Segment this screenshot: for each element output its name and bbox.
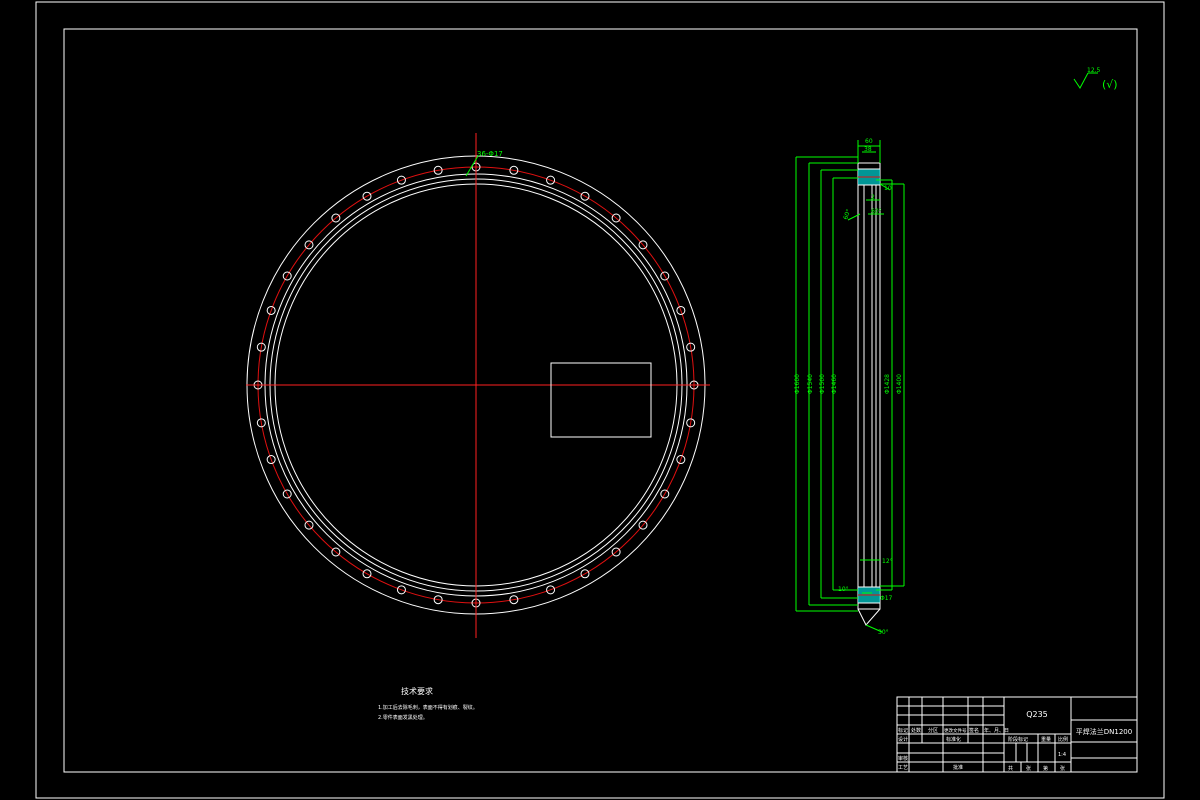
- tb-label-mark: 标记: [898, 727, 908, 734]
- sheet-outer-border: [35, 1, 1165, 799]
- flange-side-outline: [857, 162, 881, 610]
- roughness-suffix: (√): [1102, 78, 1118, 91]
- surface-finish-symbol: 12.5 (√): [1073, 67, 1118, 91]
- tb-label-scale: 比例: [1058, 736, 1068, 743]
- tb-label-design: 设计: [898, 736, 908, 743]
- tb-scale-value: 1:4: [1058, 752, 1066, 758]
- tb-label-sheet-unit-a: 张: [1026, 765, 1031, 772]
- left-diameter-dimensions: [795, 156, 858, 612]
- dim-angle-upper: 60°: [871, 208, 882, 215]
- side-view: 60 38 10 2 60° Φ1600 Φ1540 Φ1500 Φ1460 Φ…: [794, 138, 905, 636]
- dim-left-dia-4: Φ1460: [831, 374, 838, 394]
- dim-bottom-angle: 30°: [878, 629, 889, 636]
- dim-top-width: 60: [865, 138, 873, 145]
- tech-notes-line-1: 1.加工后去除毛刺，表面不得有划痕、裂纹。: [378, 704, 478, 711]
- tb-label-approve: 批准: [953, 764, 963, 771]
- dim-right-b: 2: [871, 194, 875, 201]
- tb-label-sheet-no: 第: [1043, 765, 1048, 772]
- dim-left-dia-2: Φ1540: [807, 374, 814, 394]
- dim-left-dia-1: Φ1600: [794, 374, 801, 394]
- bolt-callout-label: 36-Φ17: [477, 150, 503, 158]
- sheet-inner-border: [63, 28, 1138, 773]
- tb-label-process: 工艺: [898, 765, 908, 771]
- dim-right-dia-2: Φ1400: [896, 374, 903, 394]
- tb-label-standardize: 标准化: [946, 736, 961, 743]
- title-block: Q235 平焊法兰DN1200 标记 处数 分区 更改文件号 签名 年、月、日 …: [896, 696, 1138, 773]
- cad-drawing: 36-Φ17 12.5 (√) 60 38 10 2 60° Φ1600 Φ15…: [35, 1, 1165, 799]
- dim-left-dia-3: Φ1500: [819, 374, 826, 394]
- dim-bottom-callout: Φ17: [880, 595, 893, 602]
- title-block-part-name: 平焊法兰DN1200: [1076, 727, 1132, 736]
- dim-right-dia-1: Φ1428: [884, 374, 891, 394]
- dim-top-inner: 38: [864, 146, 872, 153]
- tb-label-date: 年、月、日: [984, 727, 1009, 734]
- dim-lower-b: 10°: [838, 586, 849, 593]
- tb-label-weight: 重量: [1041, 736, 1051, 743]
- roughness-check-icon: [1073, 72, 1089, 89]
- tb-label-sheet-total: 共: [1008, 765, 1013, 772]
- tech-notes-line-2: 2.零件表面发黑处理。: [378, 714, 428, 721]
- technical-notes: 技术要求 1.加工后去除毛刺，表面不得有划痕、裂纹。 2.零件表面发黑处理。: [378, 686, 478, 721]
- tb-label-zone: 分区: [928, 727, 938, 734]
- dim-lower-a: 12°: [882, 558, 893, 565]
- tb-label-count: 处数: [911, 727, 921, 734]
- tb-label-sheet-unit-b: 张: [1060, 765, 1065, 772]
- front-view: 36-Φ17: [246, 133, 710, 638]
- tech-notes-title: 技术要求: [401, 686, 433, 696]
- roughness-value: 12.5: [1087, 67, 1101, 74]
- title-block-material: Q235: [1026, 710, 1048, 719]
- tb-label-stage-mark: 阶段标记: [1008, 736, 1028, 743]
- tb-label-signature: 签名: [969, 727, 979, 734]
- dim-right-a: 10: [884, 185, 892, 192]
- empty-view-frame: [550, 362, 652, 438]
- tb-label-review: 审核: [898, 755, 908, 762]
- tb-label-change-doc: 更改文件号: [944, 727, 967, 734]
